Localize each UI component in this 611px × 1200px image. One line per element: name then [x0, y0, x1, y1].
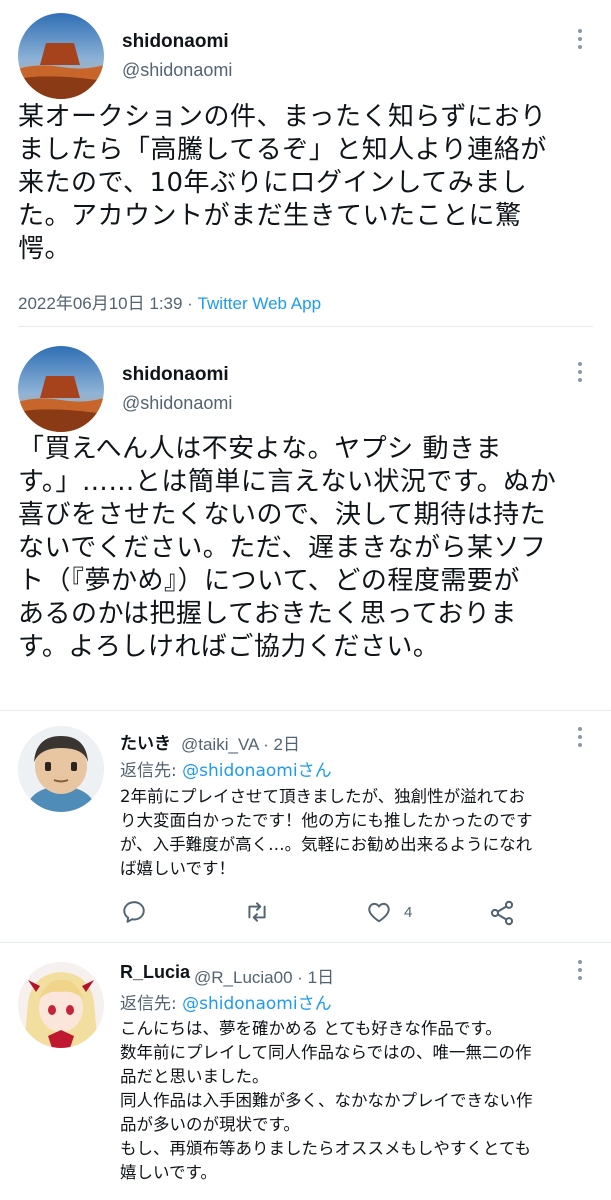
author-name[interactable]: shidonaomi: [122, 31, 229, 53]
more-options-icon[interactable]: [570, 725, 590, 749]
replying-to: 返信先: @shidonaomiさん: [120, 994, 332, 1014]
author-handle[interactable]: @shidonaomi: [122, 60, 232, 81]
divider: [18, 326, 593, 327]
retweet-icon[interactable]: [243, 899, 271, 929]
tweet-text: 某オークションの件、まったく知らずにおり ましたら「高騰してるぞ」と知人より連絡…: [18, 102, 547, 264]
reply-text: こんにちは、夢を確かめる とても好きな作品です。 数年前にプレイして同人作品なら…: [120, 1019, 533, 1182]
cartoon-character-avatar-image: [18, 726, 104, 812]
heart-icon[interactable]: [365, 899, 393, 929]
divider: [0, 942, 611, 943]
avatar[interactable]: [18, 346, 104, 432]
desert-butte-avatar-image: [18, 346, 104, 432]
avatar[interactable]: [18, 13, 104, 99]
anime-character-avatar-image: [18, 962, 104, 1048]
more-options-icon[interactable]: [570, 27, 590, 51]
desert-butte-avatar-image: [18, 13, 104, 99]
divider: [0, 710, 611, 711]
avatar[interactable]: [18, 726, 104, 812]
tweet-text: 「買えへん人は不安よな。ヤプシ 動きま す。」……とは簡単に言えない状況です。ぬ…: [18, 434, 557, 662]
author-handle[interactable]: @shidonaomi: [122, 393, 232, 414]
reply-author-name[interactable]: R_Lucia: [120, 962, 190, 983]
replying-to-link[interactable]: @shidonaomiさん: [182, 994, 331, 1014]
more-options-icon[interactable]: [570, 958, 590, 982]
more-options-icon[interactable]: [570, 360, 590, 384]
like-count: 4: [404, 904, 413, 921]
replying-to-link[interactable]: @shidonaomiさん: [182, 761, 331, 781]
source-link[interactable]: Twitter Web App: [198, 294, 321, 313]
author-name[interactable]: shidonaomi: [122, 364, 229, 386]
timestamp[interactable]: 2022年06月10日 1:39: [18, 294, 182, 313]
avatar[interactable]: [18, 962, 104, 1048]
reply-author-handle: @taiki_VA · 2日: [181, 735, 300, 754]
reply-time[interactable]: · 2日: [263, 735, 300, 754]
reply-author-name[interactable]: たいき: [120, 729, 171, 754]
share-icon[interactable]: [488, 899, 516, 931]
reply-icon[interactable]: [121, 899, 147, 929]
reply-time[interactable]: · 1日: [297, 968, 334, 987]
replying-to: 返信先: @shidonaomiさん: [120, 761, 332, 781]
reply-text: 2年前にプレイさせて頂きましたが、独創性が溢れてお り大変面白かったです！他の方…: [120, 787, 533, 878]
tweet-meta: 2022年06月10日 1:39 · Twitter Web App: [18, 294, 322, 313]
reply-author-handle: @R_Lucia00 · 1日: [194, 968, 335, 987]
